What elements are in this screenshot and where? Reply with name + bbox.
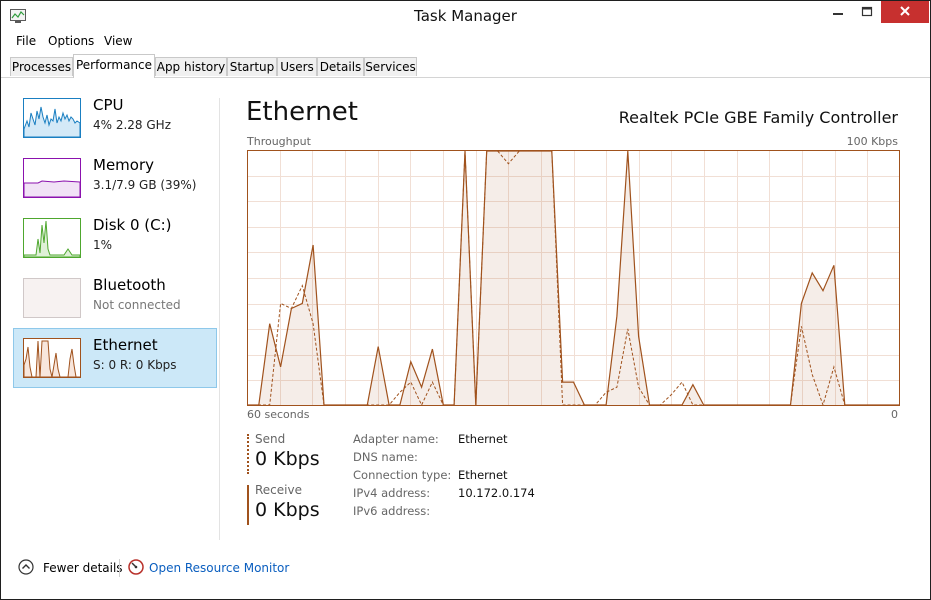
property-row: IPv4 address: 10.172.0.174 (353, 486, 653, 504)
page-title: Ethernet (246, 97, 358, 127)
tab-performance[interactable]: Performance (73, 54, 155, 78)
sidebar-item-label: Disk 0 (C:) (93, 216, 172, 234)
close-button[interactable] (881, 1, 929, 23)
send-legend-line (247, 434, 249, 474)
bluetooth-thumbnail-graph (23, 278, 81, 318)
sidebar-item-label: Ethernet (93, 336, 158, 354)
tab-services[interactable]: Services (364, 57, 417, 76)
sidebar-item-memory[interactable]: Memory 3.1/7.9 GB (39%) (13, 148, 217, 208)
graph-zero-label: 0 (891, 408, 898, 421)
menu-bar: File Options View (1, 32, 930, 52)
menu-file[interactable]: File (16, 34, 36, 48)
sidebar-item-cpu[interactable]: CPU 4% 2.28 GHz (13, 88, 217, 148)
sidebar-item-ethernet[interactable]: Ethernet S: 0 R: 0 Kbps (13, 328, 217, 388)
property-key: IPv4 address: (353, 486, 431, 500)
graph-time-label: 60 seconds (247, 408, 310, 421)
resource-monitor-icon[interactable] (128, 559, 144, 575)
sidebar-item-value: 1% (93, 238, 113, 252)
graph-max-label: 100 Kbps (846, 135, 898, 148)
property-row: Adapter name: Ethernet (353, 432, 653, 450)
open-resource-monitor-link[interactable]: Open Resource Monitor (149, 561, 289, 575)
receive-value: 0 Kbps (255, 499, 320, 521)
property-key: IPv6 address: (353, 504, 431, 518)
graph-label: Throughput (247, 135, 311, 148)
send-meter: Send 0 Kbps (247, 432, 337, 474)
disk-thumbnail-graph (23, 218, 81, 258)
send-value: 0 Kbps (255, 448, 320, 470)
receive-meter: Receive 0 Kbps (247, 483, 337, 525)
sidebar-item-disk[interactable]: Disk 0 (C:) 1% (13, 208, 217, 268)
panel-divider[interactable] (219, 98, 220, 540)
ethernet-thumbnail-graph (23, 338, 81, 378)
minimize-button[interactable] (823, 1, 853, 23)
tab-users[interactable]: Users (277, 57, 317, 76)
sidebar-item-bluetooth[interactable]: Bluetooth Not connected (13, 268, 217, 328)
send-label: Send (255, 432, 286, 446)
property-key: DNS name: (353, 450, 418, 464)
maximize-button[interactable] (853, 1, 881, 23)
sidebar-item-value: 4% 2.28 GHz (93, 118, 172, 132)
property-value: 10.172.0.174 (458, 486, 535, 500)
property-row: IPv6 address: (353, 504, 653, 522)
menu-options[interactable]: Options (48, 34, 94, 48)
property-row: Connection type: Ethernet (353, 468, 653, 486)
tab-details[interactable]: Details (317, 57, 364, 76)
memory-thumbnail-graph (23, 158, 81, 198)
property-row: DNS name: (353, 450, 653, 468)
property-value: Ethernet (458, 432, 508, 446)
property-value: Ethernet (458, 468, 508, 482)
receive-label: Receive (255, 483, 302, 497)
fewer-details-button[interactable]: Fewer details (43, 561, 123, 575)
tab-app-history[interactable]: App history (155, 57, 227, 76)
property-key: Connection type: (353, 468, 452, 482)
sidebar-item-value: S: 0 R: 0 Kbps (93, 358, 177, 372)
footer-separator (119, 559, 120, 577)
sidebar-item-label: Memory (93, 156, 155, 174)
property-key: Adapter name: (353, 432, 439, 446)
sidebar-item-value: 3.1/7.9 GB (39%) (93, 178, 197, 192)
tab-bar: Processes Performance App history Startu… (1, 54, 930, 78)
window-title: Task Manager (414, 7, 517, 25)
sidebar-item-label: CPU (93, 96, 124, 114)
task-manager-window: Task Manager File Options View Processes… (0, 0, 931, 600)
title-bar[interactable]: Task Manager (1, 1, 930, 31)
sidebar-item-value: Not connected (93, 298, 181, 312)
adapter-description: Realtek PCIe GBE Family Controller (618, 108, 898, 127)
throughput-graph (247, 150, 900, 406)
chevron-up-circle-icon[interactable] (18, 559, 34, 575)
cpu-thumbnail-graph (23, 98, 81, 138)
menu-view[interactable]: View (104, 34, 132, 48)
receive-legend-line (247, 485, 249, 525)
tab-startup[interactable]: Startup (227, 57, 277, 76)
sidebar-item-label: Bluetooth (93, 276, 166, 294)
footer-bar: Fewer details Open Resource Monitor (1, 553, 930, 583)
tab-processes[interactable]: Processes (10, 57, 73, 76)
